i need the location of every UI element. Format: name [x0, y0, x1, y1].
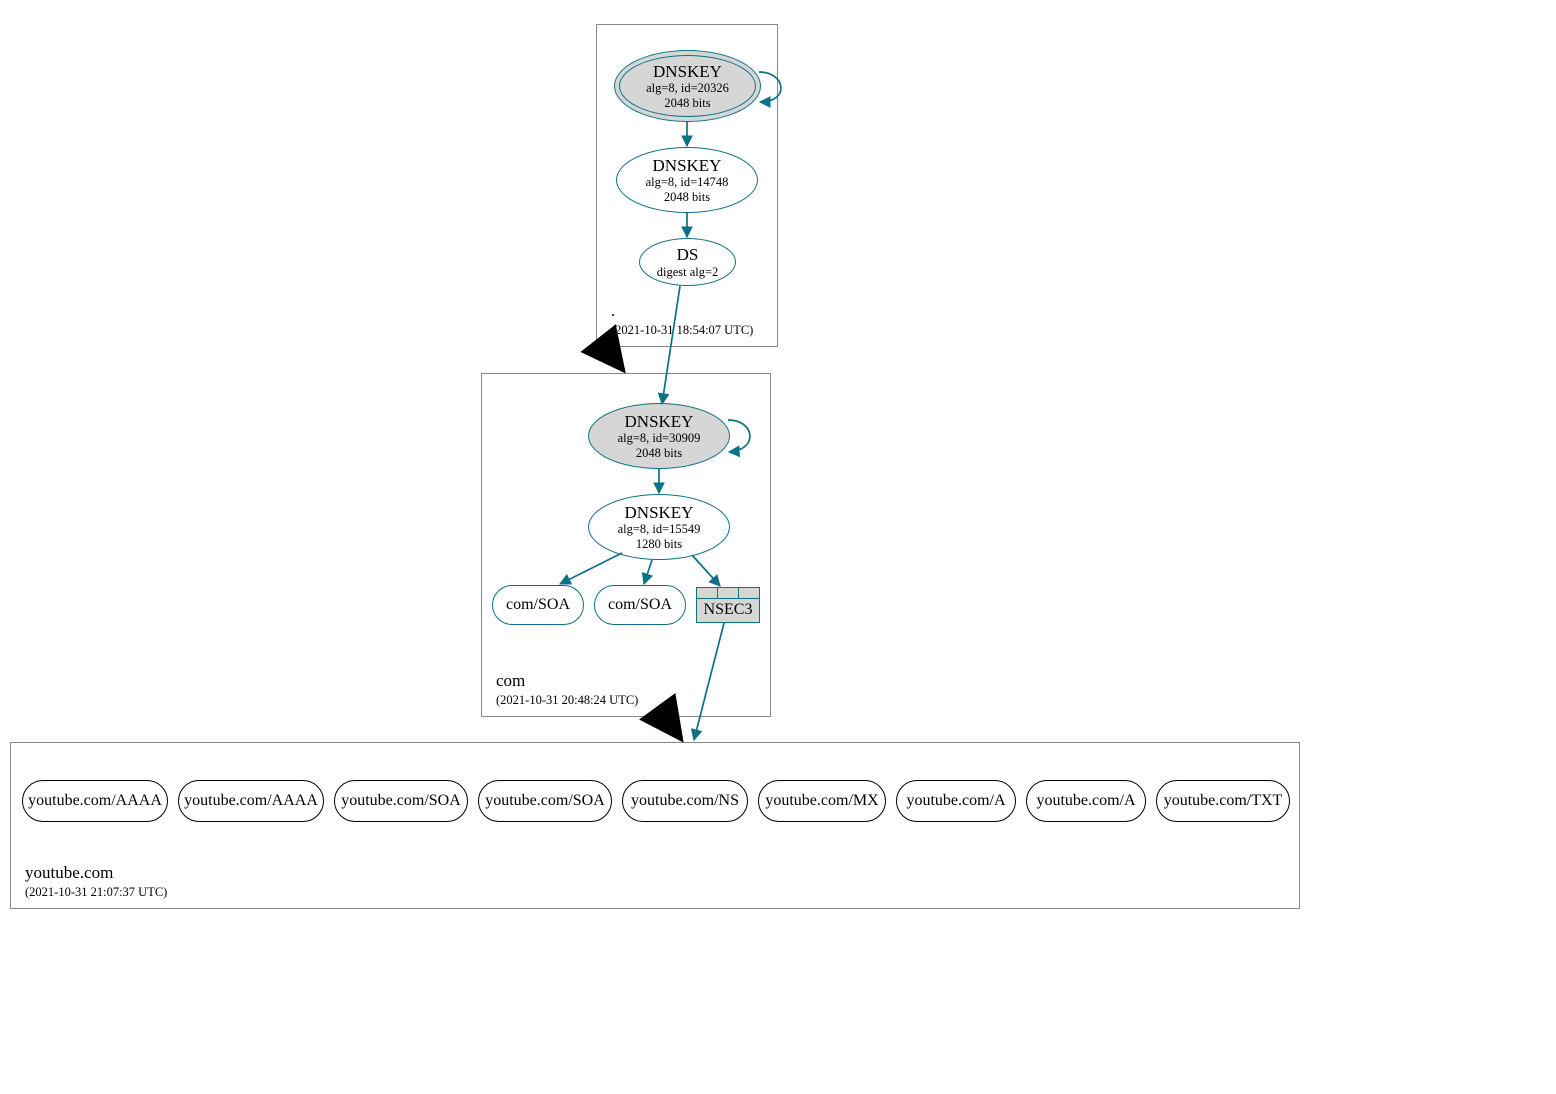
edges-layer — [0, 0, 1556, 1094]
node-yt-6: youtube.com/A — [896, 780, 1016, 822]
label: DS — [677, 245, 699, 265]
node-com-soa2: com/SOA — [594, 585, 686, 625]
label: alg=8, id=30909 — [618, 431, 701, 445]
node-yt-0: youtube.com/AAAA — [22, 780, 168, 822]
node-com-soa1: com/SOA — [492, 585, 584, 625]
label: NSEC3 — [697, 599, 759, 623]
node-yt-7: youtube.com/A — [1026, 780, 1146, 822]
zone-root-name: . — [611, 301, 615, 321]
node-yt-1: youtube.com/AAAA — [178, 780, 324, 822]
label: alg=8, id=20326 — [646, 81, 729, 95]
label: DNSKEY — [653, 156, 722, 176]
node-yt-3: youtube.com/SOA — [478, 780, 612, 822]
node-yt-8: youtube.com/TXT — [1156, 780, 1290, 822]
label: digest alg=2 — [657, 265, 719, 279]
node-com-ksk: DNSKEY alg=8, id=30909 2048 bits — [588, 403, 730, 469]
node-root-ksk: DNSKEY alg=8, id=20326 2048 bits — [614, 50, 761, 122]
zone-root-ts: (2021-10-31 18:54:07 UTC) — [611, 323, 753, 338]
node-com-zsk: DNSKEY alg=8, id=15549 1280 bits — [588, 494, 730, 560]
zone-youtube-name: youtube.com — [25, 863, 113, 883]
node-yt-5: youtube.com/MX — [758, 780, 886, 822]
zone-youtube: youtube.com (2021-10-31 21:07:37 UTC) — [10, 742, 1300, 909]
node-yt-4: youtube.com/NS — [622, 780, 748, 822]
label: 2048 bits — [636, 446, 682, 460]
label: 2048 bits — [664, 190, 710, 204]
label: alg=8, id=15549 — [618, 522, 701, 536]
node-yt-2: youtube.com/SOA — [334, 780, 468, 822]
label: 1280 bits — [636, 537, 682, 551]
zone-youtube-ts: (2021-10-31 21:07:37 UTC) — [25, 885, 167, 900]
label: alg=8, id=14748 — [646, 175, 729, 189]
node-root-zsk: DNSKEY alg=8, id=14748 2048 bits — [616, 147, 758, 213]
node-root-ds: DS digest alg=2 — [639, 238, 736, 286]
node-nsec3: NSEC3 — [696, 587, 760, 623]
label: 2048 bits — [664, 96, 710, 110]
label: DNSKEY — [653, 62, 722, 82]
zone-com-name: com — [496, 671, 525, 691]
label: DNSKEY — [625, 503, 694, 523]
label: DNSKEY — [625, 412, 694, 432]
zone-com-ts: (2021-10-31 20:48:24 UTC) — [496, 693, 638, 708]
